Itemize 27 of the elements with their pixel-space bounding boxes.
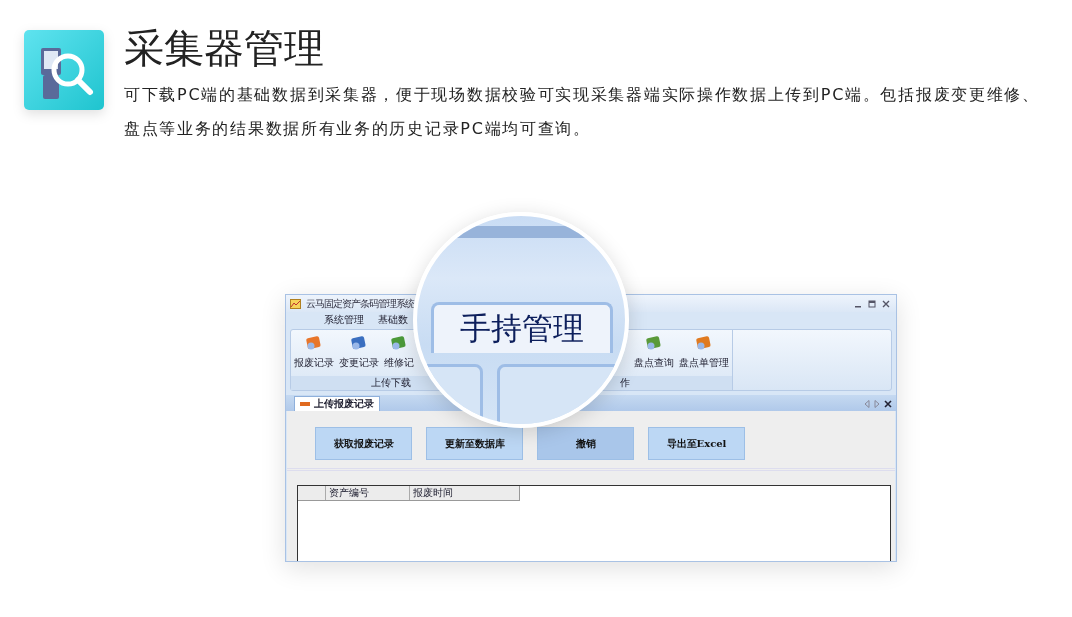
tool-icon <box>305 334 323 352</box>
page-title: 采集器管理 <box>124 26 325 70</box>
tool-icon <box>350 334 368 352</box>
ribbon-button[interactable]: 变更记录 <box>339 334 379 376</box>
action-button[interactable]: 导出至Excel <box>648 427 745 460</box>
action-button[interactable]: 更新至数据库 <box>426 427 523 460</box>
chart-icon <box>290 298 301 309</box>
menu-item[interactable]: 系统管理 <box>324 312 364 327</box>
action-button[interactable]: 撤销 <box>537 427 634 460</box>
document-tab[interactable]: 上传报废记录 <box>294 396 380 411</box>
maximize-icon[interactable] <box>868 299 876 308</box>
column-header[interactable]: 资产编号 <box>326 486 411 500</box>
column-header[interactable]: 报废时间 <box>410 486 519 500</box>
tool-icon <box>695 334 713 352</box>
ribbon-button[interactable]: 报废记录 <box>294 334 334 376</box>
tool-icon <box>390 334 408 352</box>
ribbon-button[interactable]: 盘点查询 <box>634 334 674 376</box>
description-text: 可下载PC端的基础数据到采集器，便于现场数据校验可实现采集器端实际操作数据上传到PC端。包括报废变更维修、盘点等业务的结果数据所有业务的历史记录PC端均可查询。 <box>124 84 1041 140</box>
handheld-scanner-search-icon <box>24 30 104 110</box>
close-icon[interactable] <box>884 400 892 408</box>
ribbon-button[interactable]: 维修记 <box>384 334 414 376</box>
tool-icon <box>645 334 663 352</box>
menu-item[interactable]: 基础数 <box>378 312 408 327</box>
tab-icon <box>300 402 310 406</box>
close-icon[interactable] <box>882 299 890 308</box>
ribbon-button[interactable]: 盘点单管理 <box>679 334 729 376</box>
action-button[interactable]: 获取报废记录 <box>315 427 412 460</box>
